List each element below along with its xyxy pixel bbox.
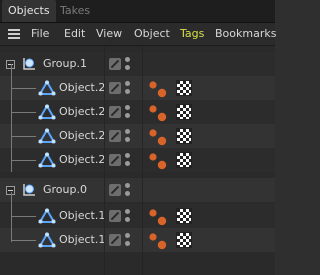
visibility-dots-icon[interactable] [125,105,131,119]
tab-bar: Objects Takes [0,0,275,23]
visibility-dots-icon[interactable] [125,57,131,71]
material-tag-icon[interactable] [148,80,168,98]
tab-takes[interactable]: Takes [54,0,96,22]
tree-connector [11,192,12,242]
polygon-object-icon [38,152,56,168]
checker-texture-icon[interactable] [176,104,192,120]
object-name[interactable]: Object.1 [59,204,105,228]
edit-icon[interactable] [109,58,121,70]
tree-connector [11,216,36,217]
outliner-row-group-0[interactable]: Group.0 [0,178,275,202]
polygon-object-icon [38,104,56,120]
visibility-dots-icon[interactable] [125,209,131,223]
tree-connector [11,88,36,89]
object-outliner: Group.1 Object.2 Object.2 Object.2 Objec… [0,46,275,275]
menu-view[interactable]: View [96,23,122,45]
outliner-row-object-2[interactable]: Object.2 [0,100,275,124]
polygon-object-icon [38,128,56,144]
object-name[interactable]: Object.2 [59,76,105,100]
material-tag-icon[interactable] [148,152,168,170]
menu-bar: File Edit View Object Tags Bookmarks [0,23,276,46]
object-name[interactable]: Group.1 [43,52,87,76]
tree-connector [11,64,12,172]
visibility-dots-icon[interactable] [125,153,131,167]
object-name[interactable]: Object.2 [59,124,105,148]
null-group-icon [23,58,35,70]
menu-edit[interactable]: Edit [64,23,85,45]
tree-connector [11,112,36,113]
object-name[interactable]: Object.2 [59,100,105,124]
menu-object[interactable]: Object [134,23,170,45]
tree-connector [11,240,36,241]
outliner-row-object-2[interactable]: Object.2 [0,148,275,172]
outliner-row-object-1[interactable]: Object.1 [0,228,275,252]
polygon-object-icon [38,208,56,224]
edit-icon[interactable] [109,130,121,142]
checker-texture-icon[interactable] [176,128,192,144]
checker-texture-icon[interactable] [176,208,192,224]
menu-tags[interactable]: Tags [180,23,204,45]
polygon-object-icon [38,80,56,96]
polygon-object-icon [38,232,56,248]
checker-texture-icon[interactable] [176,152,192,168]
column-separator [142,46,143,275]
material-tag-icon[interactable] [148,208,168,226]
visibility-dots-icon[interactable] [125,183,131,197]
object-name[interactable]: Object.2 [59,148,105,172]
menu-bookmarks[interactable]: Bookmarks [215,23,276,45]
edit-icon[interactable] [109,154,121,166]
object-name[interactable]: Group.0 [43,178,87,202]
visibility-dots-icon[interactable] [125,129,131,143]
outliner-row-object-1[interactable]: Object.1 [0,204,275,228]
edit-icon[interactable] [109,82,121,94]
edit-icon[interactable] [109,106,121,118]
material-tag-icon[interactable] [148,128,168,146]
material-tag-icon[interactable] [148,232,168,250]
edit-icon[interactable] [109,234,121,246]
outliner-row-object-2[interactable]: Object.2 [0,124,275,148]
edit-icon[interactable] [109,210,121,222]
checker-texture-icon[interactable] [176,232,192,248]
menu-icon[interactable] [8,29,20,39]
visibility-dots-icon[interactable] [125,81,131,95]
material-tag-icon[interactable] [148,104,168,122]
null-group-icon [23,184,35,196]
menu-file[interactable]: File [31,23,49,45]
column-separator [104,46,105,275]
tree-connector [11,136,36,137]
outliner-row-group-1[interactable]: Group.1 [0,52,275,76]
visibility-dots-icon[interactable] [125,233,131,247]
outliner-row-object-2[interactable]: Object.2 [0,76,275,100]
object-name[interactable]: Object.1 [59,228,105,252]
edit-icon[interactable] [109,184,121,196]
checker-texture-icon[interactable] [176,80,192,96]
tree-connector [11,160,36,161]
tab-objects[interactable]: Objects [2,0,56,22]
